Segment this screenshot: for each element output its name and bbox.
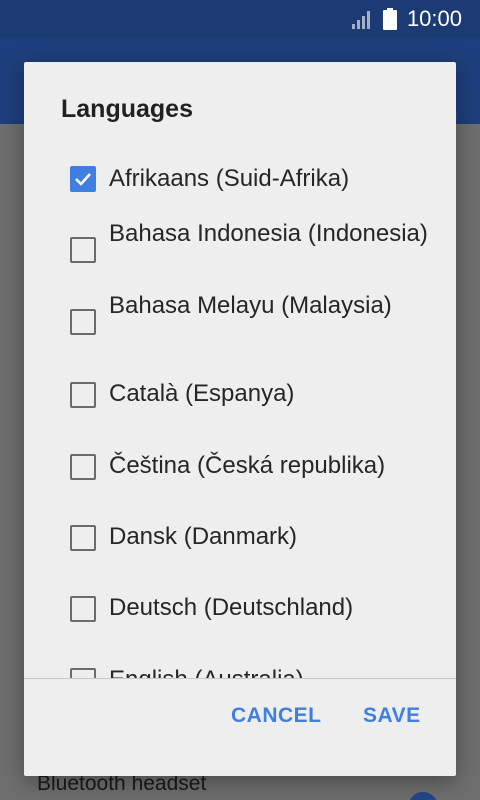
checkbox-unchecked[interactable] <box>70 382 96 408</box>
checkbox-unchecked[interactable] <box>70 309 96 335</box>
cancel-button[interactable]: CANCEL <box>231 704 322 728</box>
list-item-label: Bahasa Indonesia (Indonesia) <box>109 220 428 247</box>
list-item-english-australia[interactable]: English (Australia) <box>24 646 456 678</box>
checkbox-unchecked[interactable] <box>70 237 96 263</box>
list-item-bahasa-indonesia[interactable]: Bahasa Indonesia (Indonesia) <box>24 214 456 286</box>
list-item-deutsch[interactable]: Deutsch (Deutschland) <box>24 574 456 646</box>
save-button[interactable]: SAVE <box>363 704 421 728</box>
checkbox-checked[interactable] <box>70 166 96 192</box>
checkbox-unchecked[interactable] <box>70 596 96 622</box>
battery-icon <box>382 8 397 30</box>
list-item-label: Čeština (Česká republika) <box>109 452 386 479</box>
list-item-label: Deutsch (Deutschland) <box>109 594 354 621</box>
signal-icon <box>351 11 370 29</box>
list-item-afrikaans[interactable]: Afrikaans (Suid-Afrika) <box>24 144 456 214</box>
list-item-bahasa-melayu[interactable]: Bahasa Melayu (Malaysia) <box>24 286 456 358</box>
list-item-catala[interactable]: Català (Espanya) <box>24 358 456 430</box>
checkbox-unchecked[interactable] <box>70 525 96 551</box>
dialog-actions: CANCEL SAVE <box>24 679 456 776</box>
list-item-cestina[interactable]: Čeština (Česká republika) <box>24 430 456 502</box>
list-item-label: Afrikaans (Suid-Afrika) <box>109 165 350 192</box>
list-item-label: Dansk (Danmark) <box>109 523 298 550</box>
checkbox-unchecked[interactable] <box>70 668 96 678</box>
languages-dialog: Languages Afrikaans (Suid-Afrika) Bahasa… <box>24 62 456 776</box>
checkmark-icon <box>75 173 91 186</box>
status-bar: 10:00 <box>0 0 480 38</box>
status-time: 10:00 <box>406 6 462 31</box>
language-list[interactable]: Afrikaans (Suid-Afrika) Bahasa Indonesia… <box>24 144 456 678</box>
checkbox-unchecked[interactable] <box>70 454 96 480</box>
list-item-label: Bahasa Melayu (Malaysia) <box>109 292 392 319</box>
dialog-title: Languages <box>61 95 193 123</box>
list-item-dansk[interactable]: Dansk (Danmark) <box>24 502 456 574</box>
list-item-label: Català (Espanya) <box>109 380 295 407</box>
list-item-label: English (Australia) <box>109 664 439 678</box>
